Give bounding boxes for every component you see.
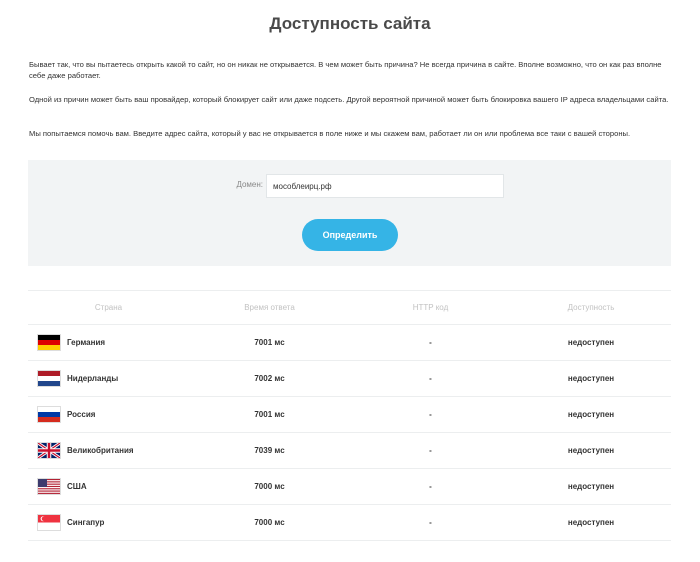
intro-paragraph-2: Одной из причин может быть ваш провайдер… [29, 94, 674, 105]
response-time: 7000 мс [189, 468, 350, 505]
country-cell: Великобритания [28, 432, 189, 469]
country-name: Россия [67, 410, 96, 419]
header-response-time: Время ответа [189, 290, 350, 325]
table-row: США 7000 мс - недоступен [28, 468, 671, 505]
http-code: - [350, 432, 511, 469]
response-time: 7002 мс [189, 360, 350, 397]
availability-status: недоступен [511, 324, 671, 361]
country-cell: Сингапур [28, 504, 189, 541]
domain-row: Домен: [28, 174, 671, 198]
intro-text-2: Одной из причин может быть ваш провайдер… [29, 95, 669, 104]
http-code: - [350, 324, 511, 361]
usa-flag-icon [38, 479, 60, 494]
table-row: Сингапур 7000 мс - недоступен [28, 504, 671, 541]
availability-status: недоступен [511, 432, 671, 469]
header-availability: Доступность [511, 290, 671, 325]
availability-status: недоступен [511, 468, 671, 505]
country-cell: Россия [28, 396, 189, 433]
response-time: 7001 мс [189, 396, 350, 433]
country-cell: США [28, 468, 189, 505]
netherlands-flag-icon [38, 371, 60, 386]
uk-flag-icon [38, 443, 60, 458]
intro-paragraph-3: Мы попытаемся помочь вам. Введите адрес … [29, 128, 674, 139]
results-header-row: Страна Время ответа HTTP код Доступность [28, 290, 671, 325]
page: Доступность сайта Бывает так, что вы пыт… [0, 0, 700, 562]
domain-check-form: Домен: Определить [28, 160, 671, 266]
country-cell: Нидерланды [28, 360, 189, 397]
table-row: Германия 7001 мс - недоступен [28, 324, 671, 361]
header-http-code: HTTP код [350, 290, 511, 325]
response-time: 7000 мс [189, 504, 350, 541]
country-name: Великобритания [67, 446, 134, 455]
country-name: Сингапур [67, 518, 105, 527]
intro-text-1: Бывает так, что вы пытаетесь открыть как… [29, 60, 662, 80]
header-country: Страна [28, 290, 189, 325]
response-time: 7039 мс [189, 432, 350, 469]
http-code: - [350, 360, 511, 397]
table-row: Нидерланды 7002 мс - недоступен [28, 360, 671, 397]
table-row: Россия 7001 мс - недоступен [28, 396, 671, 433]
results-table: Страна Время ответа HTTP код Доступность… [28, 290, 671, 541]
germany-flag-icon [38, 335, 60, 350]
country-name: Германия [67, 338, 106, 347]
http-code: - [350, 396, 511, 433]
check-button[interactable]: Определить [302, 219, 398, 251]
country-name: США [67, 482, 87, 491]
availability-status: недоступен [511, 504, 671, 541]
domain-input[interactable] [266, 174, 504, 198]
availability-status: недоступен [511, 360, 671, 397]
intro-text-3: Мы попытаемся помочь вам. Введите адрес … [29, 129, 631, 138]
response-time: 7001 мс [189, 324, 350, 361]
http-code: - [350, 504, 511, 541]
russia-flag-icon [38, 407, 60, 422]
availability-status: недоступен [511, 396, 671, 433]
singapore-flag-icon [38, 515, 60, 530]
country-name: Нидерланды [67, 374, 119, 383]
http-code: - [350, 468, 511, 505]
intro-paragraph-1: Бывает так, что вы пытаетесь открыть как… [29, 59, 674, 81]
domain-label: Домен: [236, 180, 263, 189]
page-title: Доступность сайта [269, 14, 431, 33]
table-row: Великобритания 7039 мс - недоступен [28, 432, 671, 469]
country-cell: Германия [28, 324, 189, 361]
